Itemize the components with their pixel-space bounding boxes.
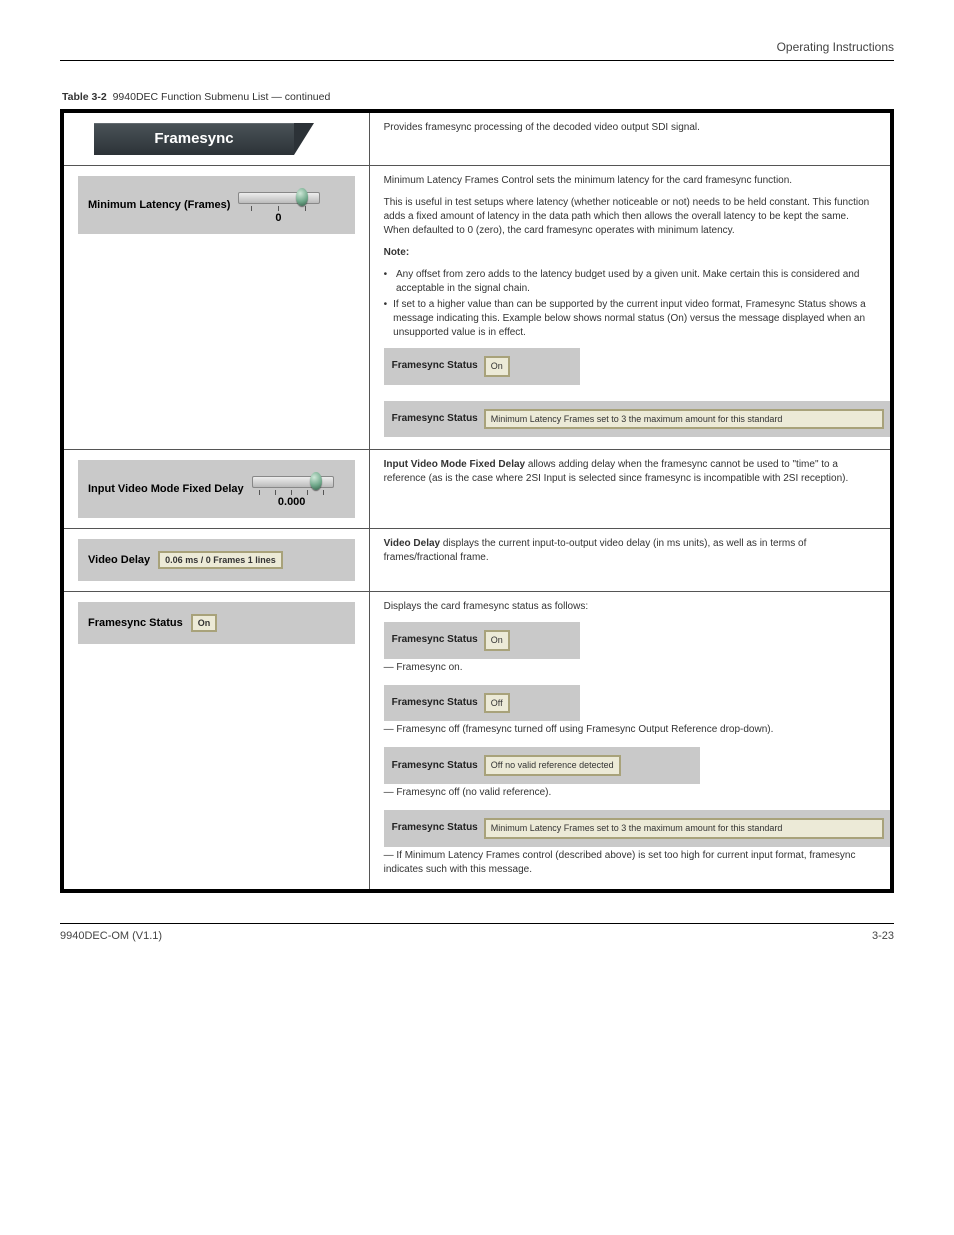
status-label: Framesync Status <box>392 412 478 426</box>
row2-desc: Minimum Latency Frames Control sets the … <box>370 166 890 449</box>
footer-left: 9940DEC-OM (V1.1) <box>60 930 162 942</box>
status-label: Framesync Status <box>392 633 478 647</box>
fixed-delay-label: Input Video Mode Fixed Delay <box>88 483 244 495</box>
main-table: Framesync Provides framesync processing … <box>60 109 894 893</box>
framesync-tab[interactable]: Framesync <box>94 123 294 155</box>
fixed-delay-value: 0.000 <box>252 496 332 508</box>
status-value: Minimum Latency Frames set to 3 the maxi… <box>484 409 884 430</box>
table-caption: Table 3-2 9940DEC Function Submenu List … <box>60 91 894 103</box>
footer-right: 3-23 <box>872 930 894 942</box>
fixed-delay-panel: Input Video Mode Fixed Delay 0.000 <box>78 460 355 518</box>
status-label: Framesync Status <box>392 359 478 373</box>
status-label: Framesync Status <box>392 696 478 710</box>
status-value: Off <box>484 693 510 714</box>
row1-desc: Provides framesync processing of the dec… <box>370 113 890 143</box>
row4-desc: Video Delay displays the current input-t… <box>370 529 890 581</box>
row5-desc: Displays the card framesync status as fo… <box>370 592 890 888</box>
status-desc: — Framesync off (no valid reference). <box>384 786 876 800</box>
video-delay-label: Video Delay <box>88 554 150 566</box>
bottom-rule <box>60 923 894 924</box>
status-label: Framesync Status <box>88 617 183 629</box>
row3-desc: Input Video Mode Fixed Delay allows addi… <box>370 450 890 502</box>
top-rule <box>60 60 894 61</box>
status-value: Minimum Latency Frames set to 3 the maxi… <box>484 818 884 839</box>
status-desc: — If Minimum Latency Frames control (des… <box>384 849 876 877</box>
video-delay-value: 0.06 ms / 0 Frames 1 lines <box>158 551 283 569</box>
status-value: On <box>191 614 218 632</box>
min-latency-slider[interactable]: 0 <box>238 188 328 222</box>
status-value: On <box>484 630 510 651</box>
video-delay-panel: Video Delay 0.06 ms / 0 Frames 1 lines <box>78 539 355 581</box>
min-latency-label: Minimum Latency (Frames) <box>88 199 230 211</box>
status-label: Framesync Status <box>392 821 478 835</box>
status-value: On <box>484 356 510 377</box>
framesync-status-panel-left: Framesync Status On <box>78 602 355 644</box>
min-latency-panel: Minimum Latency (Frames) 0 <box>78 176 355 234</box>
fixed-delay-slider[interactable]: 0.000 <box>252 472 342 506</box>
header-right: Operating Instructions <box>777 40 894 54</box>
status-desc: — Framesync on. <box>384 661 876 675</box>
status-desc: — Framesync off (framesync turned off us… <box>384 723 876 737</box>
status-label: Framesync Status <box>392 759 478 773</box>
status-value: Off no valid reference detected <box>484 755 621 776</box>
min-latency-value: 0 <box>238 212 318 224</box>
